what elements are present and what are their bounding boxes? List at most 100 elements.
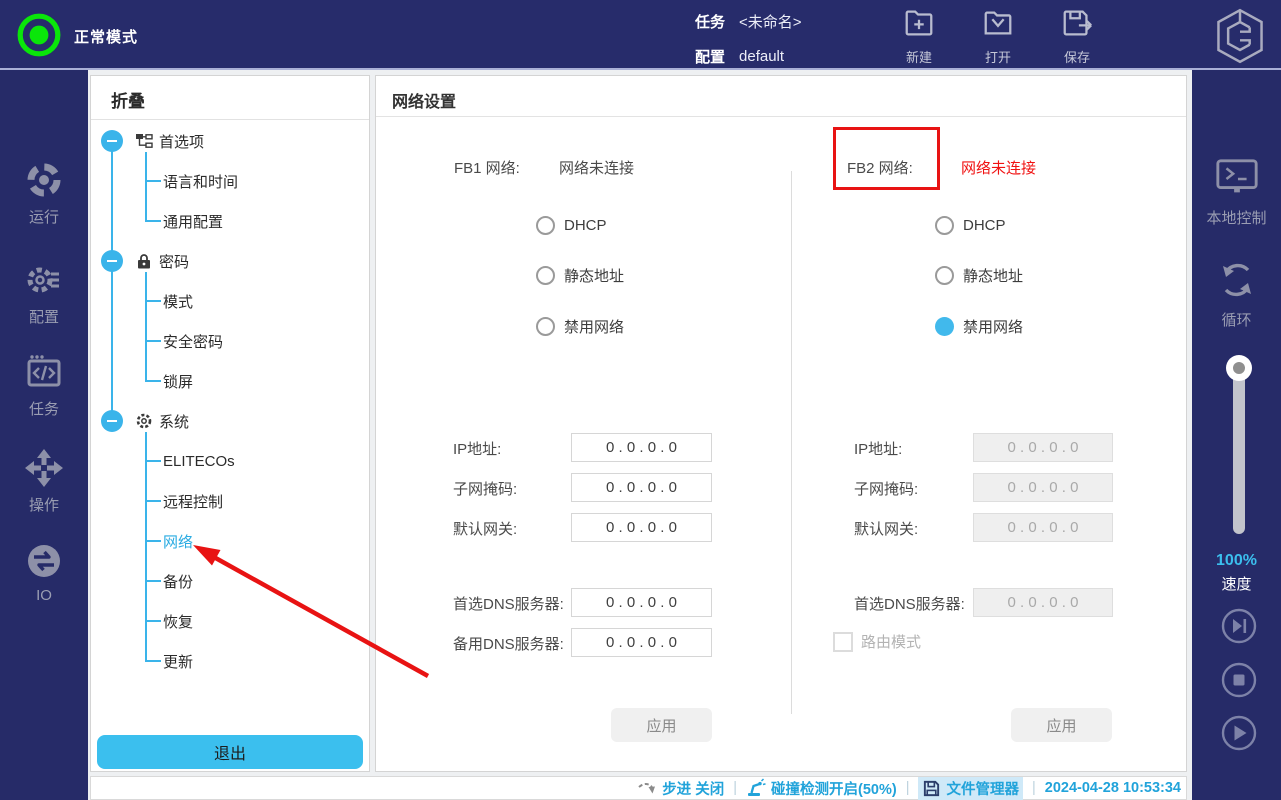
sidebar-item-run[interactable]: 运行 xyxy=(0,160,88,227)
tree-item-restore[interactable]: 恢复 xyxy=(163,608,353,634)
collapse-toggle-icon[interactable] xyxy=(101,130,123,152)
fb1-ip-field[interactable]: 0 . 0 . 0 . 0 xyxy=(571,433,712,462)
fb2-gateway-row: 默认网关: 0 . 0 . 0 . 0 xyxy=(854,513,1114,542)
fb1-mask-field[interactable]: 0 . 0 . 0 . 0 xyxy=(571,473,712,502)
fb1-dns2-field[interactable]: 0 . 0 . 0 . 0 xyxy=(571,628,712,657)
tree-stub xyxy=(145,660,161,662)
fb2-apply-button[interactable]: 应用 xyxy=(1011,708,1112,742)
stop-button[interactable] xyxy=(1221,662,1257,698)
fb1-status: 网络未连接 xyxy=(559,160,635,177)
loop-label: 循环 xyxy=(1221,312,1252,329)
speed-slider-thumb[interactable] xyxy=(1226,355,1252,381)
speed-label: 速度 xyxy=(1221,576,1252,593)
tree-item-safety-password[interactable]: 安全密码 xyxy=(163,328,353,354)
play-button[interactable] xyxy=(1221,715,1257,751)
system-gear-icon xyxy=(136,413,152,429)
sidebar-item-operate[interactable]: 操作 xyxy=(0,448,88,515)
sidebar-run-label: 运行 xyxy=(28,209,59,226)
fb2-ip-label: IP地址: xyxy=(854,441,903,458)
sidebar-item-task[interactable]: 任务 xyxy=(0,352,88,419)
tree-item-elitecos[interactable]: ELITECOs xyxy=(163,448,353,474)
fb1-dns2-label: 备用DNS服务器: xyxy=(453,636,564,653)
radio-icon xyxy=(935,215,954,235)
sidebar-task-label: 任务 xyxy=(28,401,59,418)
sidebar-item-io[interactable]: IO xyxy=(0,541,88,604)
io-swap-icon xyxy=(28,545,60,577)
tree-branch-line-1 xyxy=(145,152,147,221)
fb1-mask-row: 子网掩码: 0 . 0 . 0 . 0 xyxy=(453,473,713,502)
tree-item-language-time[interactable]: 语言和时间 xyxy=(163,168,353,194)
tree-stub xyxy=(145,580,161,582)
tree-branch-line-2 xyxy=(145,272,147,381)
tree-node-preferences: 首选项 xyxy=(91,128,369,154)
status-separator: | xyxy=(733,780,737,796)
fb2-mask-field: 0 . 0 . 0 . 0 xyxy=(973,473,1113,502)
fb1-radio-static[interactable]: 静态地址 xyxy=(536,264,624,286)
collapse-all-button[interactable]: 折叠 xyxy=(111,87,145,112)
local-control-button[interactable]: 本地控制 xyxy=(1192,156,1281,228)
status-bar: 步进 关闭 | 碰撞检测开启(50%) | 文件管理器 | 2024-04-28… xyxy=(90,776,1187,800)
collapse-toggle-icon[interactable] xyxy=(101,250,123,272)
tree-item-network[interactable]: 网络 xyxy=(163,528,353,554)
page-title: 网络设置 xyxy=(392,94,457,111)
collision-detect-status[interactable]: 碰撞检测开启(50%) xyxy=(746,778,897,799)
tree-stub xyxy=(145,620,161,622)
file-manager-button[interactable]: 文件管理器 xyxy=(918,776,1023,800)
tree-item-update[interactable]: 更新 xyxy=(163,648,353,674)
collapse-toggle-icon[interactable] xyxy=(101,410,123,432)
fb2-radio-dhcp[interactable]: DHCP xyxy=(935,214,1006,236)
fb2-radio-static[interactable]: 静态地址 xyxy=(935,264,1023,286)
new-button[interactable]: 新建 xyxy=(892,6,946,66)
fb1-apply-button[interactable]: 应用 xyxy=(611,708,712,742)
fb1-radio-dhcp[interactable]: DHCP xyxy=(536,214,607,236)
step-forward-button[interactable] xyxy=(1221,608,1257,644)
collision-detect-label: 碰撞检测开启(50%) xyxy=(771,781,897,798)
fb1-dns1-field[interactable]: 0 . 0 . 0 . 0 xyxy=(571,588,712,617)
status-separator: | xyxy=(905,780,910,796)
tree-item-preferences[interactable]: 首选项 xyxy=(159,131,204,152)
title-divider xyxy=(376,116,1186,117)
sidebar-io-label: IO xyxy=(36,587,52,604)
step-mode-label: 步进 关闭 xyxy=(662,781,725,798)
exit-button[interactable]: 退出 xyxy=(97,735,363,769)
radio-icon xyxy=(536,215,555,235)
config-value: default xyxy=(739,48,785,65)
datetime-label: 2024-04-28 10:53:34 xyxy=(1044,780,1181,796)
tree-item-remote-control[interactable]: 远程控制 xyxy=(163,488,353,514)
tree-stub xyxy=(145,220,161,222)
step-mode-status[interactable]: 步进 关闭 xyxy=(637,778,724,799)
tree-item-system[interactable]: 系统 xyxy=(159,411,189,432)
loop-button[interactable]: 循环 xyxy=(1192,258,1281,330)
sidebar-config-label: 配置 xyxy=(28,309,59,326)
tree-node-system: 系统 xyxy=(91,408,369,434)
save-button[interactable]: 保存 xyxy=(1050,6,1104,66)
fb1-gateway-field[interactable]: 0 . 0 . 0 . 0 xyxy=(571,513,712,542)
fb2-radio-disable[interactable]: 禁用网络 xyxy=(935,315,1023,337)
tree-node-password: 密码 xyxy=(91,248,369,274)
tree-header-divider xyxy=(91,119,369,120)
loop-icon xyxy=(1222,263,1251,297)
task-config-info: 任务 <未命名> 配置 default xyxy=(695,8,802,70)
terminal-icon xyxy=(1215,159,1258,193)
local-control-label: 本地控制 xyxy=(1206,210,1267,227)
gear-icon xyxy=(27,267,59,293)
fb1-ip-label: IP地址: xyxy=(453,441,502,458)
fb2-ip-row: IP地址: 0 . 0 . 0 . 0 xyxy=(854,433,1114,462)
file-manager-icon xyxy=(924,780,940,796)
tree-stub xyxy=(145,540,161,542)
radio-checked-icon xyxy=(935,316,954,336)
tree-item-general-config[interactable]: 通用配置 xyxy=(163,208,353,234)
fb2-status: 网络未连接 xyxy=(961,160,1037,177)
file-manager-label: 文件管理器 xyxy=(946,781,1019,798)
speed-slider-track[interactable] xyxy=(1233,362,1245,534)
sidebar-operate-label: 操作 xyxy=(28,497,59,514)
open-button[interactable]: 打开 xyxy=(971,6,1025,66)
fb2-mask-row: 子网掩码: 0 . 0 . 0 . 0 xyxy=(854,473,1114,502)
tree-item-backup[interactable]: 备份 xyxy=(163,568,353,594)
sidebar-item-config[interactable]: 配置 xyxy=(0,260,88,327)
move-arrows-icon xyxy=(25,449,63,487)
tree-item-password[interactable]: 密码 xyxy=(159,251,189,272)
tree-item-lock-screen[interactable]: 锁屏 xyxy=(163,368,353,394)
fb1-radio-disable[interactable]: 禁用网络 xyxy=(536,315,624,337)
tree-item-mode[interactable]: 模式 xyxy=(163,288,353,314)
